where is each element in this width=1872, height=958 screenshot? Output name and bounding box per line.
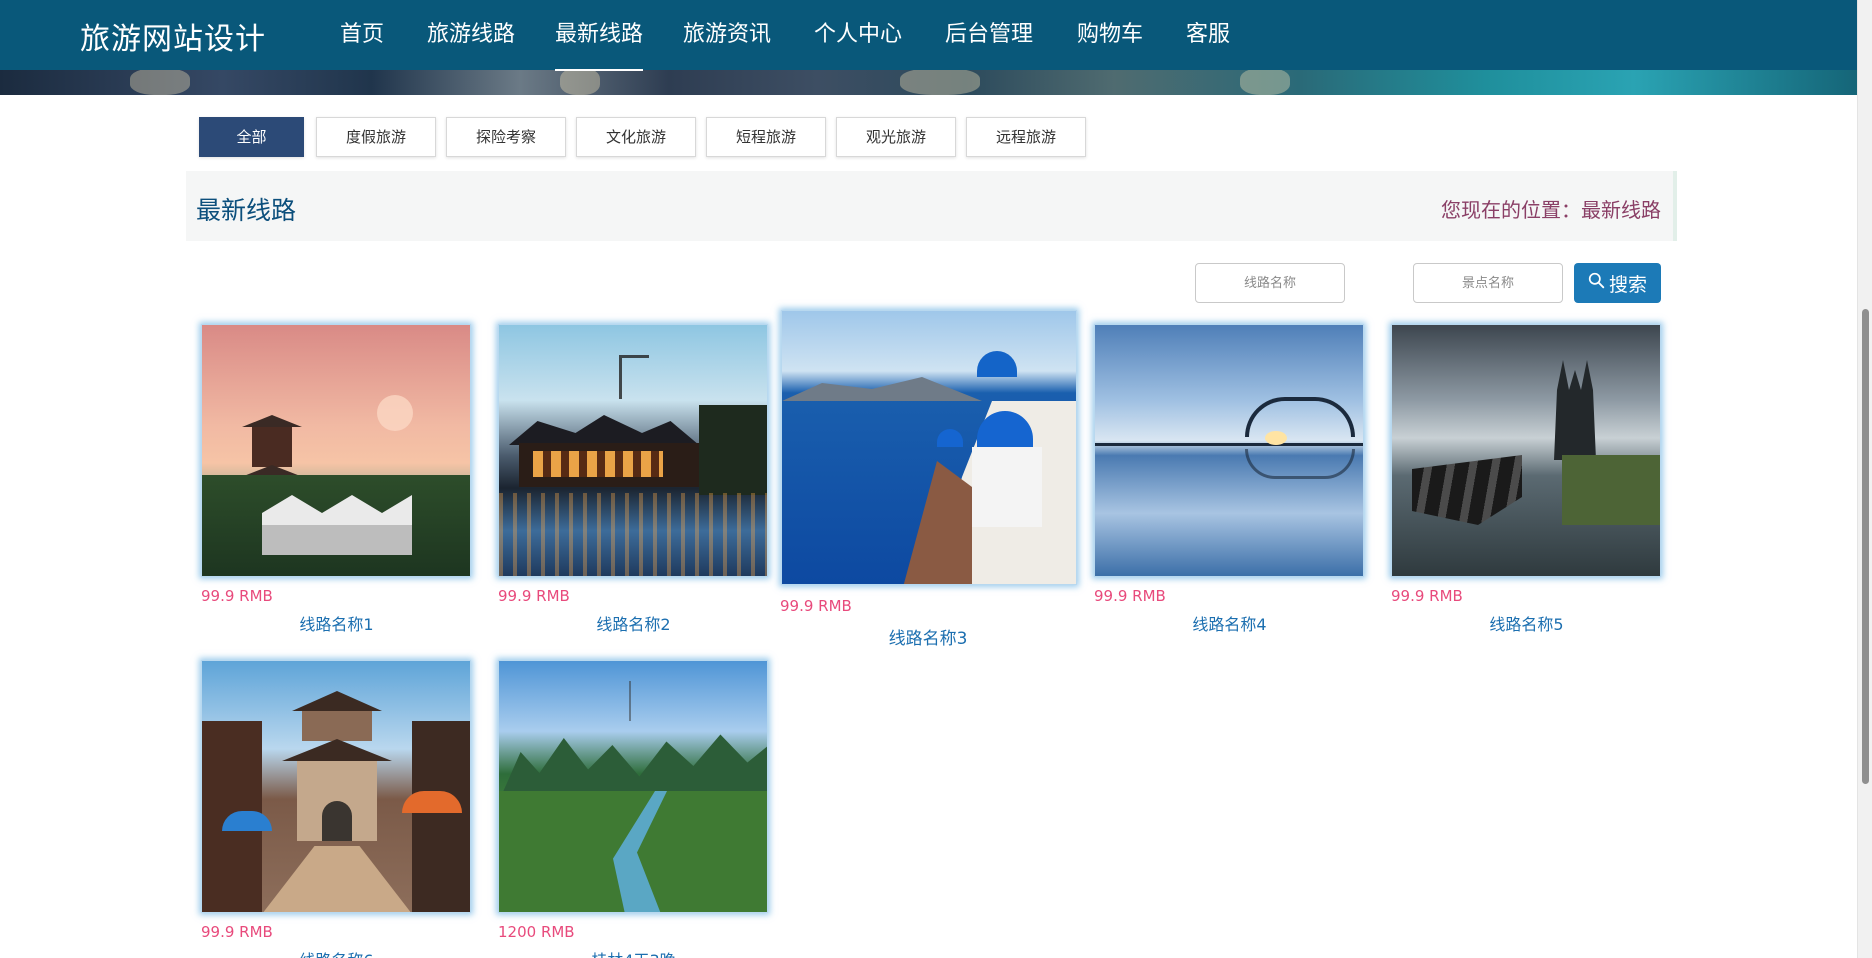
search-button-label: 搜索 — [1608, 273, 1647, 296]
route-price-1: 99.9 RMB — [201, 587, 273, 605]
route-name-1[interactable]: 线路名称1 — [200, 611, 473, 635]
page: 旅游网站设计 首页 旅游线路 最新线路 旅游资讯 个人中心 后台管理 购物车 客… — [0, 0, 1857, 958]
pagoda-sunset-image — [202, 325, 470, 576]
spot-name-search-input[interactable] — [1413, 263, 1563, 303]
nav-customer-service[interactable]: 客服 — [1186, 18, 1230, 52]
category-culture[interactable]: 文化旅游 — [576, 117, 696, 157]
route-price-4: 99.9 RMB — [1094, 587, 1166, 605]
route-image-6[interactable] — [201, 660, 471, 913]
route-name-5[interactable]: 线路名称5 — [1390, 611, 1663, 635]
section-header: 最新线路 您现在的位置：最新线路 — [186, 171, 1677, 241]
route-price-7: 1200 RMB — [498, 923, 575, 941]
route-card-1[interactable]: 99.9 RMB 线路名称1 — [200, 323, 473, 635]
nav-travel-news[interactable]: 旅游资讯 — [683, 18, 771, 52]
route-card-3[interactable]: 99.9 RMB 线路名称3 — [780, 309, 1080, 649]
route-card-6[interactable]: 99.9 RMB 线路名称6 — [200, 659, 473, 958]
top-navbar: 旅游网站设计 首页 旅游线路 最新线路 旅游资讯 个人中心 后台管理 购物车 客… — [0, 0, 1857, 71]
route-name-search-input[interactable] — [1195, 263, 1345, 303]
category-vacation[interactable]: 度假旅游 — [316, 117, 436, 157]
bridge-sunrise-image — [1095, 325, 1363, 576]
route-image-7[interactable] — [498, 660, 768, 913]
santorini-image — [782, 311, 1076, 584]
route-price-2: 99.9 RMB — [498, 587, 570, 605]
section-title: 最新线路 — [196, 196, 297, 225]
route-price-3: 99.9 RMB — [780, 597, 852, 615]
category-long-trip[interactable]: 远程旅游 — [966, 117, 1086, 157]
water-town-night-image — [499, 325, 767, 576]
breadcrumb: 您现在的位置：最新线路 — [1441, 198, 1661, 222]
search-icon — [1588, 272, 1605, 294]
route-card-2[interactable]: 99.9 RMB 线路名称2 — [497, 323, 770, 635]
nav-travel-routes[interactable]: 旅游线路 — [427, 18, 515, 52]
route-card-4[interactable]: 99.9 RMB 线路名称4 — [1093, 323, 1366, 635]
route-image-2[interactable] — [498, 324, 768, 577]
misty-lake-boats-image — [1392, 325, 1660, 576]
nav-home[interactable]: 首页 — [340, 18, 384, 52]
route-image-1[interactable] — [201, 324, 471, 577]
category-sightseeing[interactable]: 观光旅游 — [836, 117, 956, 157]
route-name-4[interactable]: 线路名称4 — [1093, 611, 1366, 635]
old-town-street-image — [202, 661, 470, 912]
route-name-3[interactable]: 线路名称3 — [780, 624, 1076, 649]
category-all[interactable]: 全部 — [199, 117, 304, 157]
nav-admin[interactable]: 后台管理 — [945, 18, 1033, 52]
nav-cart[interactable]: 购物车 — [1077, 18, 1143, 52]
category-expedition[interactable]: 探险考察 — [446, 117, 566, 157]
category-short-trip[interactable]: 短程旅游 — [706, 117, 826, 157]
route-card-5[interactable]: 99.9 RMB 线路名称5 — [1390, 323, 1663, 635]
route-name-7[interactable]: 桂林4天3晚 — [497, 947, 770, 958]
route-image-4[interactable] — [1094, 324, 1364, 577]
scrollbar-thumb[interactable] — [1862, 309, 1869, 784]
page-scrollbar[interactable] — [1857, 0, 1872, 958]
route-name-2[interactable]: 线路名称2 — [497, 611, 770, 635]
nav-user-center[interactable]: 个人中心 — [814, 18, 902, 52]
route-price-5: 99.9 RMB — [1391, 587, 1463, 605]
site-logo[interactable]: 旅游网站设计 — [80, 14, 266, 58]
nav-latest-routes[interactable]: 最新线路 — [555, 18, 644, 71]
route-price-6: 99.9 RMB — [201, 923, 273, 941]
route-image-5[interactable] — [1391, 324, 1661, 577]
karst-river-image — [499, 661, 767, 912]
route-name-6[interactable]: 线路名称6 — [200, 947, 473, 958]
route-card-7[interactable]: 1200 RMB 桂林4天3晚 — [497, 659, 770, 958]
route-image-3[interactable] — [781, 310, 1077, 585]
search-button[interactable]: 搜索 — [1574, 263, 1661, 303]
